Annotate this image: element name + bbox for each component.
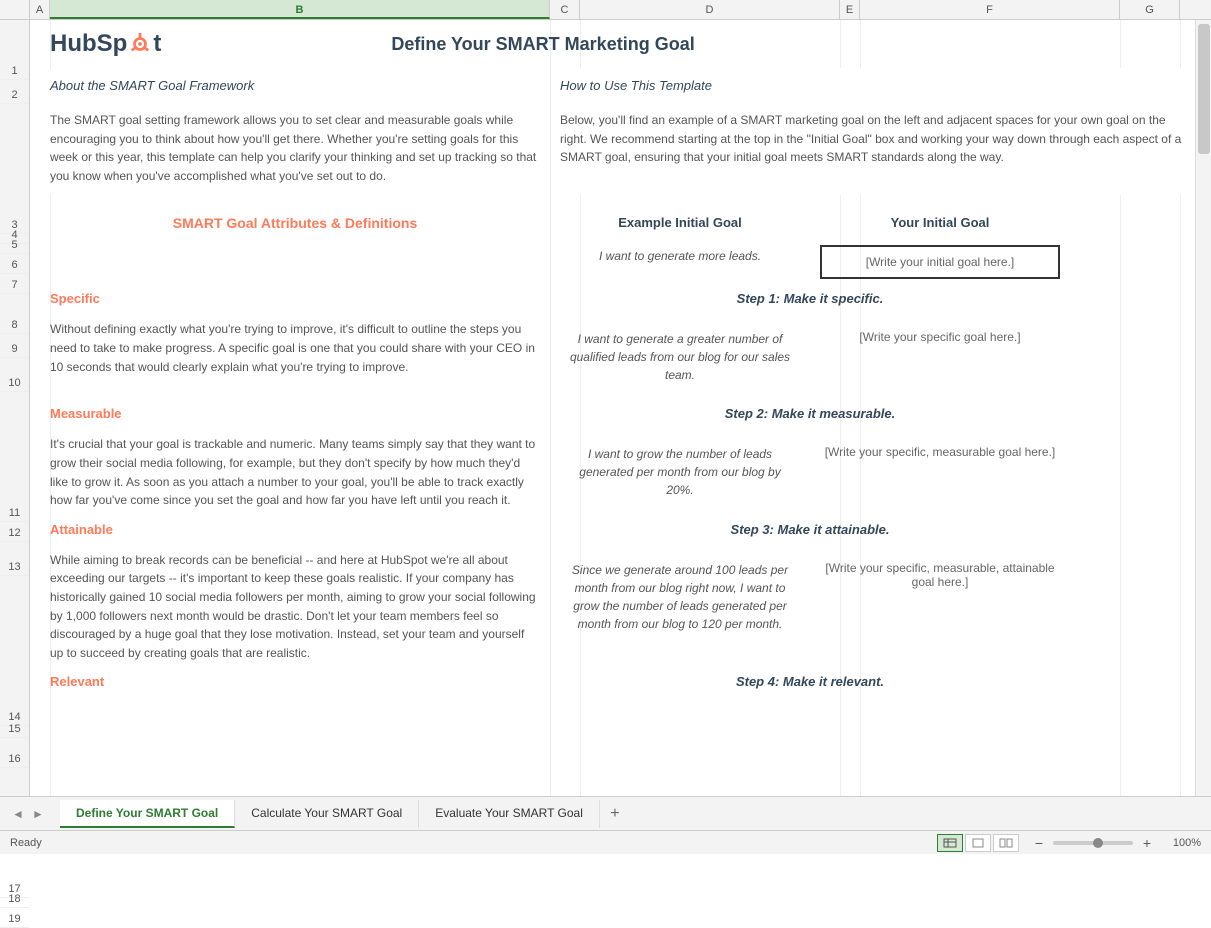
sheet-tab-0[interactable]: Define Your SMART Goal [60, 800, 235, 828]
step-title-1: Step 2: Make it measurable. [560, 406, 1060, 421]
status-text: Ready [10, 837, 937, 849]
select-all-corner[interactable] [0, 0, 30, 19]
row-header-3[interactable]: 3 [0, 104, 29, 234]
about-body: The SMART goal setting framework allows … [50, 111, 540, 185]
row-header-16[interactable]: 16 [0, 738, 29, 768]
hubspot-logo: HubSp t [50, 30, 161, 58]
step-example-2: Since we generate around 100 leads per m… [560, 551, 800, 643]
row-header-19[interactable]: 19 [0, 908, 29, 928]
your-initial-input[interactable]: [Write your initial goal here.] [820, 245, 1060, 279]
row-header-6[interactable]: 6 [0, 254, 29, 274]
step-title-0: Step 1: Make it specific. [560, 291, 1060, 306]
attr-desc-0: Without defining exactly what you're try… [50, 320, 540, 376]
example-initial-text: I want to generate more leads. [560, 237, 800, 275]
row-header-14[interactable]: 14 [0, 576, 29, 726]
step-your-input-0[interactable]: [Write your specific goal here.] [820, 320, 1060, 354]
about-heading: About the SMART Goal Framework [50, 78, 540, 93]
row-header-9[interactable]: 9 [0, 334, 29, 358]
attr-heading-2: Attainable [50, 522, 540, 537]
view-page-layout-button[interactable] [965, 834, 991, 852]
tab-next-icon[interactable]: ► [28, 804, 48, 824]
example-initial-title: Example Initial Goal [560, 215, 800, 230]
sheet-tab-bar: ◄ ► Define Your SMART GoalCalculate Your… [0, 796, 1211, 830]
column-headers: ABCDEFG [0, 0, 1211, 20]
row-headers: 12345678910111213141516171819 [0, 20, 30, 796]
howto-body: Below, you'll find an example of a SMART… [560, 111, 1191, 167]
attr-heading-1: Measurable [50, 406, 540, 421]
add-sheet-button[interactable]: + [600, 805, 630, 823]
page-title: Define Your SMART Marketing Goal [391, 34, 694, 55]
vertical-scrollbar[interactable] [1195, 20, 1211, 796]
zoom-out-button[interactable]: − [1031, 835, 1047, 851]
row-header-8[interactable]: 8 [0, 294, 29, 334]
step-example-0: I want to generate a greater number of q… [560, 320, 800, 394]
sprocket-icon [129, 33, 151, 55]
tab-prev-icon[interactable]: ◄ [8, 804, 28, 824]
logo-text-1: HubSp [50, 30, 127, 58]
column-header-C[interactable]: C [550, 0, 580, 19]
spreadsheet-grid[interactable]: HubSp t Define Your SMART Marketing Goal… [30, 20, 1211, 796]
sheet-tab-1[interactable]: Calculate Your SMART Goal [235, 800, 419, 828]
column-header-A[interactable]: A [30, 0, 50, 19]
about-box: About the SMART Goal Framework The SMART… [50, 68, 540, 195]
row-header-12[interactable]: 12 [0, 522, 29, 542]
row-header-1[interactable]: 1 [0, 20, 29, 80]
sheet-tab-2[interactable]: Evaluate Your SMART Goal [419, 800, 600, 828]
row-header-18[interactable]: 18 [0, 898, 29, 908]
column-header-B[interactable]: B [50, 0, 550, 19]
attr-desc-1: It's crucial that your goal is trackable… [50, 435, 540, 509]
step-your-input-2[interactable]: [Write your specific, measurable, attain… [820, 551, 1060, 599]
step-title-2: Step 3: Make it attainable. [560, 522, 1060, 537]
column-header-D[interactable]: D [580, 0, 840, 19]
view-normal-button[interactable] [937, 834, 963, 852]
row-header-15[interactable]: 15 [0, 726, 29, 738]
attr-heading-3: Relevant [50, 674, 540, 689]
row-header-2[interactable]: 2 [0, 80, 29, 104]
view-page-break-button[interactable] [993, 834, 1019, 852]
status-bar: Ready − + 100% [0, 830, 1211, 854]
row-header-7[interactable]: 7 [0, 274, 29, 294]
column-header-E[interactable]: E [840, 0, 860, 19]
row-header-13[interactable]: 13 [0, 542, 29, 576]
smart-attributes-title: SMART Goal Attributes & Definitions [50, 215, 540, 231]
howto-heading: How to Use This Template [560, 78, 1191, 93]
row-header-10[interactable]: 10 [0, 358, 29, 392]
attr-desc-2: While aiming to break records can be ben… [50, 551, 540, 663]
attr-heading-0: Specific [50, 291, 540, 306]
row-header-11[interactable]: 11 [0, 392, 29, 522]
step-example-1: I want to grow the number of leads gener… [560, 435, 800, 509]
logo-text-2: t [153, 30, 161, 58]
zoom-level: 100% [1161, 837, 1201, 849]
howto-box: How to Use This Template Below, you'll f… [560, 68, 1191, 195]
step-your-input-1[interactable]: [Write your specific, measurable goal he… [820, 435, 1060, 469]
row-header-5[interactable]: 5 [0, 244, 29, 254]
step-title-3: Step 4: Make it relevant. [560, 674, 1060, 689]
column-header-F[interactable]: F [860, 0, 1120, 19]
zoom-in-button[interactable]: + [1139, 835, 1155, 851]
zoom-slider[interactable] [1053, 841, 1133, 845]
your-initial-title: Your Initial Goal [820, 215, 1060, 230]
column-header-G[interactable]: G [1120, 0, 1180, 19]
